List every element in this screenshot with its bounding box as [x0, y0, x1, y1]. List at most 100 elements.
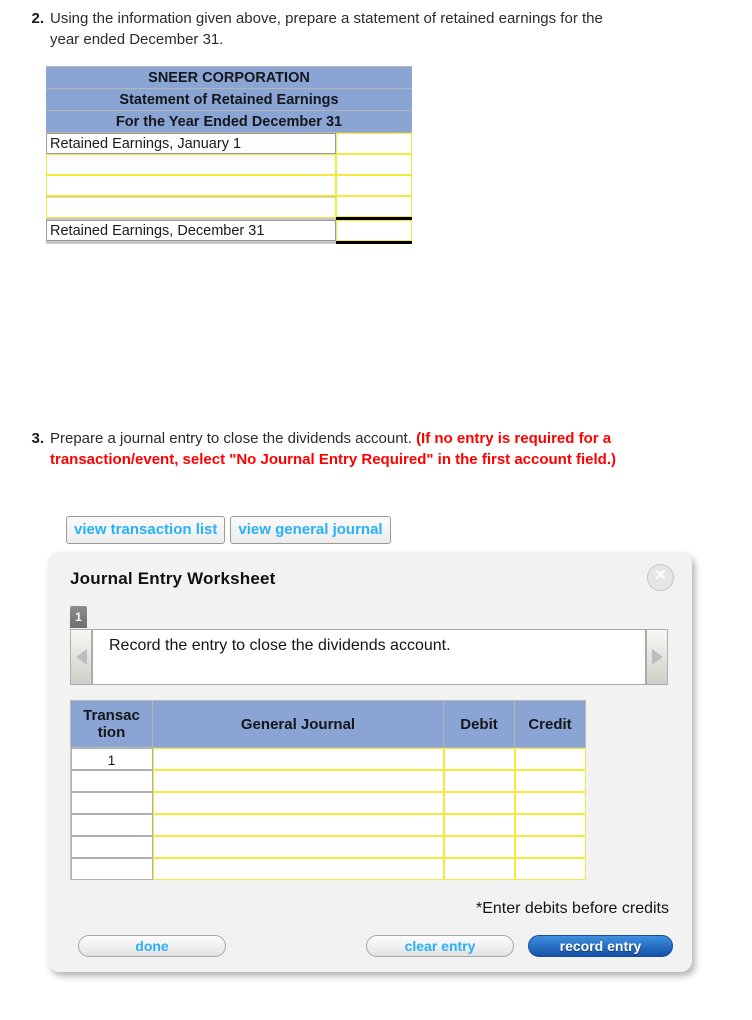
- journal-debit-cell: [443, 770, 515, 792]
- statement-total-amount-input[interactable]: [336, 220, 412, 241]
- journal-credit-input[interactable]: [514, 770, 586, 792]
- journal-credit-input[interactable]: [514, 792, 586, 814]
- journal-credit-input[interactable]: [514, 748, 586, 770]
- journal-transaction-number: [70, 814, 153, 836]
- statement-amount-input[interactable]: [336, 175, 412, 196]
- entry-prompt-text: Record the entry to close the dividends …: [92, 629, 646, 685]
- statement-header-row: SNEER CORPORATION: [46, 66, 412, 89]
- journal-transaction-number: [70, 836, 153, 858]
- entry-tab-1[interactable]: 1: [70, 606, 87, 628]
- journal-transaction-cell: [70, 836, 153, 858]
- journal-debit-input[interactable]: [443, 858, 515, 880]
- journal-debit-cell: [443, 858, 515, 880]
- left-triangle-icon: [75, 649, 87, 665]
- statement-amount-cell: [336, 196, 412, 219]
- statement-amount-input[interactable]: [336, 133, 412, 154]
- statement-amount-cell: [336, 175, 412, 196]
- table-row: [70, 858, 586, 880]
- journal-transaction-number: 1: [70, 748, 153, 770]
- clear-entry-button[interactable]: clear entry: [366, 935, 514, 957]
- journal-transaction-cell: [70, 770, 153, 792]
- journal-debit-cell: [443, 747, 515, 770]
- journal-debit-input[interactable]: [443, 770, 515, 792]
- close-icon[interactable]: ✕: [647, 564, 674, 591]
- statement-label-input[interactable]: [46, 196, 336, 218]
- view-general-journal-button[interactable]: view general journal: [230, 516, 391, 544]
- journal-credit-input[interactable]: [514, 836, 586, 858]
- question-3-prompt: Prepare a journal entry to close the div…: [50, 430, 417, 447]
- statement-label-cell: Retained Earnings, January 1: [46, 133, 336, 154]
- question-3-text: Prepare a journal entry to close the div…: [50, 428, 662, 470]
- table-row: [70, 792, 586, 814]
- journal-account-input[interactable]: [152, 836, 444, 858]
- statement-amount-cell: [336, 154, 412, 175]
- general-journal-table: Transac tion General Journal Debit Credi…: [70, 700, 586, 880]
- journal-account-input[interactable]: [152, 748, 444, 770]
- question-3-block: 3. Prepare a journal entry to close the …: [22, 428, 662, 470]
- table-row: 1: [70, 747, 586, 770]
- journal-entry-worksheet-panel: Journal Entry Worksheet ✕ 1 Record the e…: [48, 552, 692, 972]
- journal-debit-cell: [443, 836, 515, 858]
- journal-account-input[interactable]: [152, 858, 444, 880]
- journal-account-input[interactable]: [152, 814, 444, 836]
- column-header-transaction: Transac tion: [70, 700, 153, 748]
- question-2-block: 2. Using the information given above, pr…: [22, 8, 622, 50]
- journal-debit-input[interactable]: [443, 814, 515, 836]
- journal-transaction-cell: 1: [70, 747, 153, 770]
- statement-amount-input[interactable]: [336, 196, 412, 217]
- right-triangle-icon: [651, 649, 663, 665]
- journal-debit-input[interactable]: [443, 836, 515, 858]
- done-button[interactable]: done: [78, 935, 226, 957]
- table-row: [46, 175, 412, 196]
- journal-credit-input[interactable]: [514, 858, 586, 880]
- question-3-number: 3.: [31, 430, 44, 447]
- journal-transaction-cell: [70, 792, 153, 814]
- journal-credit-cell: [514, 747, 586, 770]
- next-arrow-icon[interactable]: [646, 629, 668, 685]
- statement-header-row: Statement of Retained Earnings: [46, 88, 412, 111]
- journal-transaction-cell: [70, 858, 153, 880]
- retained-earnings-statement-table: SNEER CORPORATION Statement of Retained …: [46, 66, 412, 244]
- journal-account-input[interactable]: [152, 770, 444, 792]
- journal-credit-input[interactable]: [514, 814, 586, 836]
- statement-label-input[interactable]: [46, 154, 336, 175]
- table-row: [70, 836, 586, 858]
- column-header-credit: Credit: [514, 700, 586, 748]
- prev-arrow-icon[interactable]: [70, 629, 92, 685]
- journal-account-cell: [152, 747, 444, 770]
- journal-debit-input[interactable]: [443, 792, 515, 814]
- view-transaction-list-button[interactable]: view transaction list: [66, 516, 226, 544]
- journal-credit-cell: [514, 836, 586, 858]
- journal-account-input[interactable]: [152, 792, 444, 814]
- entry-prompt-strip: Record the entry to close the dividends …: [70, 629, 668, 685]
- journal-transaction-number: [70, 858, 153, 880]
- statement-label-input[interactable]: [46, 175, 336, 196]
- journal-credit-cell: [514, 858, 586, 880]
- column-header-general-journal: General Journal: [152, 700, 444, 748]
- question-2-number: 2.: [31, 10, 44, 27]
- journal-account-cell: [152, 792, 444, 814]
- journal-credit-cell: [514, 792, 586, 814]
- statement-amount-cell: [336, 133, 412, 154]
- statement-amount-input[interactable]: [336, 154, 412, 175]
- table-row: [46, 196, 412, 219]
- table-row: [46, 154, 412, 175]
- entry-tabs: 1: [70, 606, 87, 628]
- statement-label-cell: [46, 175, 336, 196]
- journal-account-cell: [152, 770, 444, 792]
- statement-period: For the Year Ended December 31: [46, 110, 412, 133]
- statement-label-cell: [46, 196, 336, 219]
- journal-account-cell: [152, 836, 444, 858]
- question-2-text: Using the information given above, prepa…: [50, 10, 603, 48]
- journal-transaction-cell: [70, 814, 153, 836]
- statement-label-text: Retained Earnings, January 1: [46, 133, 336, 154]
- journal-debit-input[interactable]: [443, 748, 515, 770]
- column-header-transaction-line2: tion: [97, 724, 126, 741]
- statement-total-label: Retained Earnings, December 31: [46, 220, 336, 241]
- record-entry-button[interactable]: record entry: [528, 935, 673, 957]
- statement-label-cell: [46, 154, 336, 175]
- journal-account-cell: [152, 858, 444, 880]
- journal-transaction-number: [70, 770, 153, 792]
- journal-debit-cell: [443, 814, 515, 836]
- journal-header-row: Transac tion General Journal Debit Credi…: [70, 700, 586, 748]
